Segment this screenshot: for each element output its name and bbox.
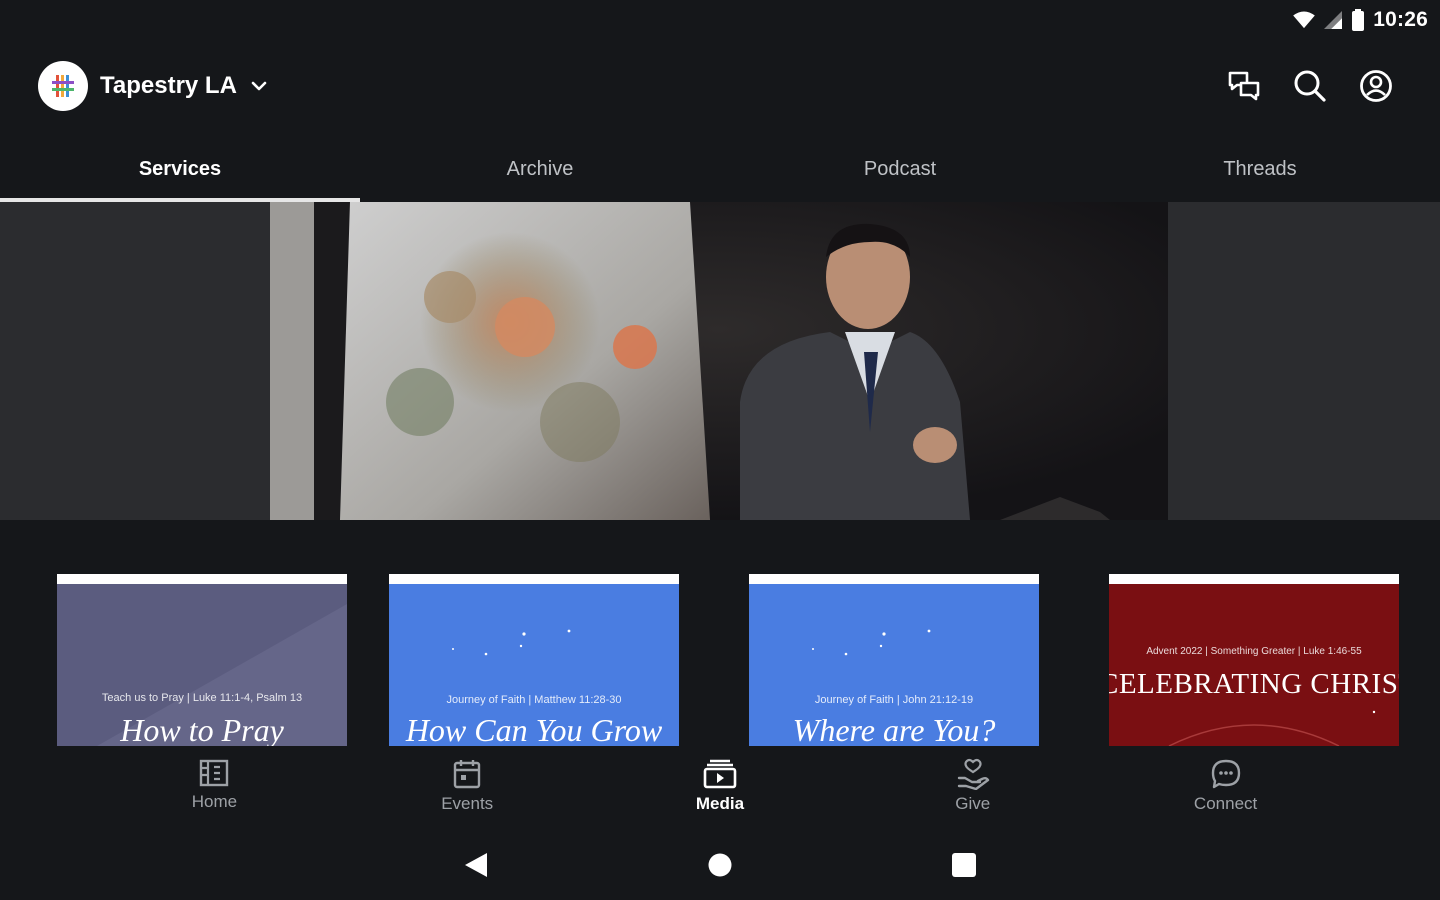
give-icon (957, 758, 989, 790)
messages-button[interactable] (1226, 68, 1262, 104)
signal-icon (1324, 11, 1343, 29)
nav-media-label: Media (695, 794, 745, 813)
nav-give[interactable]: Give (846, 750, 1099, 830)
sermon-card[interactable]: Advent 2022 | Something Greater | Luke 1… (1109, 574, 1399, 746)
sermon-card-image: Teach us to Pray | Luke 11:1-4, Psalm 13… (57, 584, 347, 746)
sermon-title: How to Pray (120, 712, 284, 746)
sermon-title: How Can You Grow (405, 712, 663, 746)
search-icon (1294, 70, 1326, 102)
nav-events[interactable]: Events (341, 750, 594, 830)
nav-give-label: Give (955, 794, 991, 813)
wifi-icon (1293, 11, 1316, 29)
system-back-button[interactable] (354, 851, 598, 879)
sermon-meta: Journey of Faith | Matthew 11:28-30 (446, 694, 622, 706)
app-bar-actions (1226, 68, 1402, 104)
sermon-card[interactable]: Teach us to Pray | Luke 11:1-4, Psalm 13… (57, 574, 347, 746)
nav-events-label: Events (441, 794, 494, 813)
system-navigation-bar (0, 840, 1440, 890)
tab-podcast[interactable]: Podcast (720, 136, 1080, 202)
nav-connect-label: Connect (1193, 794, 1258, 813)
sermon-thumbnails: Teach us to Pray | Luke 11:1-4, Psalm 13… (0, 574, 1440, 746)
profile-button[interactable] (1358, 68, 1394, 104)
sermon-card[interactable]: Journey of Faith | Matthew 11:28-30 How … (389, 574, 679, 746)
back-triangle-icon (465, 853, 487, 877)
sermon-meta: Journey of Faith | John 21:12-19 (814, 694, 974, 706)
sermon-card[interactable]: Journey of Faith | John 21:12-19 Where a… (749, 574, 1039, 746)
chevron-down-icon (251, 81, 267, 91)
tab-services[interactable]: Services (0, 136, 360, 202)
media-icon (703, 759, 737, 789)
account-circle-icon (1360, 70, 1392, 102)
nav-connect[interactable]: Connect (1099, 750, 1352, 830)
search-button[interactable] (1292, 68, 1328, 104)
building-icon (200, 759, 229, 787)
nav-media[interactable]: Media (594, 750, 847, 830)
hero-image[interactable] (270, 202, 1168, 520)
system-recents-button[interactable] (842, 852, 1086, 878)
hero-prev-slide[interactable] (0, 202, 270, 520)
sermon-card-image: Journey of Faith | John 21:12-19 Where a… (749, 584, 1039, 746)
status-bar: 10:26 (0, 0, 1440, 40)
org-logo (38, 61, 88, 111)
calendar-icon (453, 760, 481, 789)
sermon-meta: Teach us to Pray | Luke 11:1-4, Psalm 13 (101, 692, 303, 704)
nav-home[interactable]: Home (88, 750, 341, 830)
sermon-title: CELEBRATING CHRISTMAS (1109, 668, 1399, 700)
system-home-button[interactable] (598, 852, 842, 878)
tab-threads[interactable]: Threads (1080, 136, 1440, 202)
recents-square-icon (952, 853, 976, 877)
tapestry-logo-icon (52, 75, 74, 97)
battery-icon (1352, 9, 1365, 31)
sermon-title: Where are You? (792, 712, 996, 746)
hero-carousel[interactable] (0, 202, 1440, 520)
arc-decoration (1168, 710, 1376, 746)
sermon-meta: Advent 2022 | Something Greater | Luke 1… (1146, 646, 1362, 657)
org-switcher[interactable]: Tapestry LA (38, 61, 269, 111)
hero-next-slide[interactable] (1168, 202, 1440, 520)
chat-bubble-icon (1211, 759, 1240, 789)
tab-archive[interactable]: Archive (360, 136, 720, 202)
sermon-card-image: Journey of Faith | Matthew 11:28-30 How … (389, 584, 679, 746)
clock: 10:26 (1373, 8, 1428, 31)
org-name: Tapestry LA (100, 72, 237, 99)
nav-home-label: Home (191, 792, 238, 811)
sermon-card-image: Advent 2022 | Something Greater | Luke 1… (1109, 584, 1399, 746)
app-bar: Tapestry LA (0, 55, 1440, 117)
media-tabs: Services Archive Podcast Threads (0, 136, 1440, 202)
messages-icon (1228, 71, 1260, 101)
bottom-navigation: Home Events Media Give Connect (88, 750, 1352, 830)
speaker-photo (270, 202, 1168, 520)
home-circle-icon (708, 853, 732, 877)
